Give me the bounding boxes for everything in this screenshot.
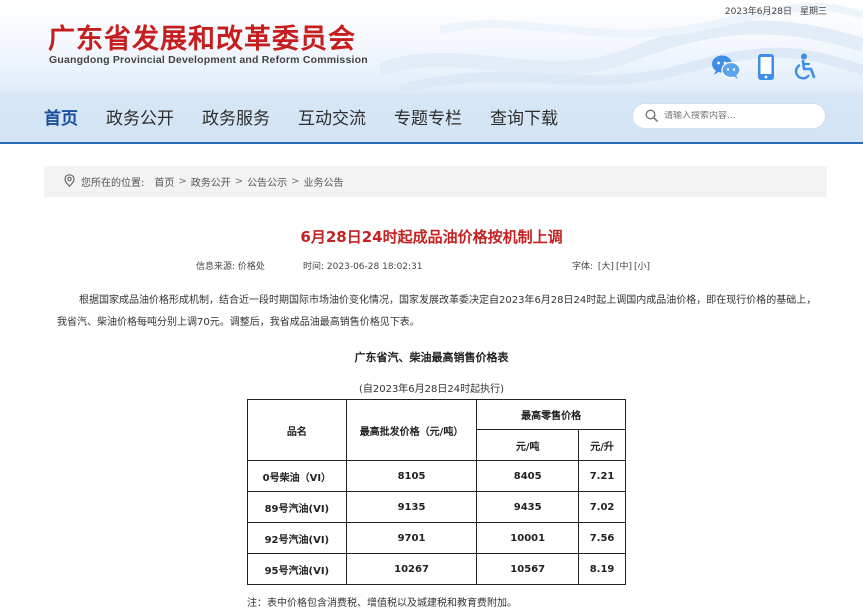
table-title: 广东省汽、柴油最高销售价格表 <box>354 351 509 364</box>
breadcrumb-government-affairs[interactable]: 政务公开 <box>191 174 231 189</box>
header-wholesale: 最高批发价格（元/吨） <box>345 399 478 461</box>
font-size-controls: 字体: [大] [中] [小] <box>572 259 650 272</box>
cell-product: 89号汽油(VI) <box>247 491 347 523</box>
article-source: 信息来源: 价格处 <box>196 259 265 272</box>
font-size-small[interactable]: [小] <box>634 262 650 272</box>
header-retail-ton: 元/吨 <box>476 429 580 461</box>
nav-government-affairs[interactable]: 政务公开 <box>106 104 174 129</box>
table-row: 95号汽油(VI) 10267 10567 8.19 <box>247 553 626 585</box>
site-logo-title[interactable]: 广东省发展和改革委员会 <box>48 17 356 56</box>
article-title: 6月28日24时起成品油价格按机制上调 <box>300 228 563 246</box>
site-logo-subtitle: Guangdong Provincial Development and Ref… <box>49 54 368 66</box>
font-size-label: 字体: <box>572 262 594 272</box>
table-subtitle: (自2023年6月28日24时起执行) <box>358 384 505 395</box>
breadcrumb-announcements[interactable]: 公告公示 <box>247 174 287 189</box>
table-row: 0号柴油（VI） 8105 8405 7.21 <box>247 460 626 492</box>
table-note: 注：表中价格包含消费税、增值税以及城建税和教育费附加。 <box>247 598 517 609</box>
search-box <box>632 103 826 129</box>
nav-government-services[interactable]: 政务服务 <box>202 104 270 129</box>
header-retail-liter: 元/升 <box>578 429 626 461</box>
table-header-row: 品名 最高批发价格（元/吨） 最高零售价格 <box>247 399 626 461</box>
location-pin-icon <box>64 173 75 190</box>
weekday-text: 星期三 <box>799 7 827 17</box>
cell-retail-liter: 7.21 <box>578 460 626 492</box>
cell-wholesale: 8105 <box>345 460 478 492</box>
time-label: 时间: <box>303 262 325 272</box>
price-table: 品名 最高批发价格（元/吨） 最高零售价格 元/吨 元/升 0号柴油（VI） 8… <box>247 399 626 585</box>
breadcrumb: 您所在的位置: 首页 > 政务公开 > 公告公示 > 业务公告 <box>44 166 827 197</box>
accessibility-icon[interactable] <box>789 50 823 84</box>
nav-home[interactable]: 首页 <box>44 104 78 129</box>
current-date: 2023年6月28日 星期三 <box>725 4 827 17</box>
source-label: 信息来源: <box>196 262 236 272</box>
font-size-large[interactable]: [大] <box>598 262 614 272</box>
nav-special-topics[interactable]: 专题专栏 <box>394 104 462 129</box>
nav-interaction[interactable]: 互动交流 <box>298 104 366 129</box>
nav-query-download[interactable]: 查询下载 <box>490 104 558 129</box>
cell-retail-liter: 8.19 <box>578 553 626 585</box>
header-divider <box>0 142 863 144</box>
table-row: 89号汽油(VI) 9135 9435 7.02 <box>247 491 626 523</box>
source-value: 价格处 <box>237 262 265 272</box>
header-retail: 最高零售价格 <box>476 399 626 430</box>
mobile-icon[interactable] <box>749 50 783 84</box>
search-icon[interactable] <box>645 107 658 126</box>
font-size-medium[interactable]: [中] <box>616 262 632 272</box>
header-tools <box>703 50 823 84</box>
cell-retail-liter: 7.56 <box>578 522 626 554</box>
cell-wholesale: 10267 <box>345 553 478 585</box>
breadcrumb-label: 您所在的位置: <box>81 178 145 189</box>
cell-retail-ton: 10567 <box>476 553 580 585</box>
date-text: 2023年6月28日 <box>724 7 792 17</box>
breadcrumb-separator: > <box>291 176 300 187</box>
cell-retail-ton: 8405 <box>476 460 580 492</box>
cell-wholesale: 9701 <box>345 522 478 554</box>
cell-wholesale: 9135 <box>345 491 478 523</box>
article-time: 时间: 2023-06-28 18:02:31 <box>303 259 423 272</box>
table-row: 92号汽油(VI) 9701 10001 7.56 <box>247 522 626 554</box>
breadcrumb-home[interactable]: 首页 <box>154 174 174 189</box>
wechat-icon[interactable] <box>709 50 743 84</box>
cell-product: 92号汽油(VI) <box>247 522 347 554</box>
cell-product: 95号汽油(VI) <box>247 553 347 585</box>
cell-retail-ton: 9435 <box>476 491 580 523</box>
cell-retail-ton: 10001 <box>476 522 580 554</box>
breadcrumb-separator: > <box>178 176 187 187</box>
site-header: 2023年6月28日 星期三 广东省发展和改革委员会 Guangdong Prov… <box>0 0 863 144</box>
breadcrumb-separator: > <box>234 176 244 187</box>
cell-product: 0号柴油（VI） <box>247 460 347 492</box>
breadcrumb-business-notices[interactable]: 业务公告 <box>304 174 344 189</box>
header-product: 品名 <box>247 399 347 461</box>
search-input[interactable] <box>664 111 814 121</box>
article-paragraph: 根据国家成品油价格形成机制，结合近一段时期国际市场油价变化情况，国家发展改革委决… <box>57 295 817 328</box>
time-value: 2023-06-28 18:02:31 <box>326 262 423 272</box>
cell-retail-liter: 7.02 <box>578 491 626 523</box>
